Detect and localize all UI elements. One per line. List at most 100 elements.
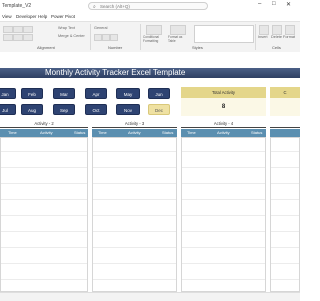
ribbon-separator — [90, 24, 91, 50]
activity-column-header: Time Activity Status — [0, 129, 88, 137]
insert-icon[interactable] — [259, 25, 269, 35]
table-row — [182, 215, 265, 216]
col-status: Status — [251, 130, 263, 135]
wrap-text-button[interactable]: Wrap Text — [58, 26, 75, 30]
delete-icon[interactable] — [272, 25, 282, 35]
format-as-table-button[interactable]: Format as Table — [168, 35, 190, 43]
table-row — [271, 151, 299, 152]
search-box[interactable]: ⌕ Search (Alt+Q) — [88, 2, 208, 10]
align-left-icon[interactable] — [3, 34, 13, 41]
right-summary-value — [270, 98, 300, 116]
currency-icon[interactable] — [94, 34, 102, 41]
minimize-button[interactable]: – — [258, 1, 261, 7]
cell-styles-gallery[interactable] — [194, 25, 254, 43]
month-button-jul[interactable]: Jul — [0, 104, 16, 115]
month-button-feb[interactable]: Feb — [21, 88, 43, 99]
table-row — [182, 183, 265, 184]
month-button-sep[interactable]: Sep — [53, 104, 75, 115]
ribbon: Wrap Text Merge & Center Alignment Gener… — [0, 21, 300, 53]
total-activity-value: 8 — [181, 98, 266, 116]
col-time: Time — [187, 130, 196, 135]
table-row — [182, 151, 265, 152]
table-row — [1, 167, 87, 168]
col-activity: Activity — [128, 130, 141, 135]
activity-title: Activity - 2 — [0, 120, 88, 128]
sheet-title: Monthly Activity Tracker Excel Template — [45, 68, 186, 77]
title-bar: Template_V2 ⌕ Search (Alt+Q) – □ ✕ — [0, 0, 300, 12]
right-summary-label: C — [270, 87, 300, 98]
activity-column-header: Time Activity Status — [92, 129, 177, 137]
table-row — [1, 183, 87, 184]
activity-title: Activity - 3 — [92, 120, 177, 128]
conditional-formatting-button[interactable]: Conditional Formatting — [143, 35, 167, 43]
month-button-may[interactable]: May — [116, 88, 140, 99]
number-group-label: Number — [108, 45, 123, 50]
table-row — [93, 167, 176, 168]
table-row — [1, 263, 87, 264]
col-activity: Activity — [40, 130, 53, 135]
month-button-mar[interactable]: Mar — [53, 88, 75, 99]
month-button-dec[interactable]: Dec — [148, 104, 170, 115]
activity-title — [270, 120, 300, 128]
month-button-nov[interactable]: Nov — [116, 104, 140, 115]
merge-center-button[interactable]: Merge & Center — [58, 34, 85, 38]
table-row — [271, 215, 299, 216]
number-format-select[interactable]: General — [94, 26, 108, 30]
month-button-aug[interactable]: Aug — [21, 104, 43, 115]
table-row — [1, 215, 87, 216]
table-row — [93, 215, 176, 216]
month-button-jan[interactable]: Jan — [0, 88, 16, 99]
table-row — [271, 263, 299, 264]
search-placeholder: Search (Alt+Q) — [100, 4, 130, 9]
col-time: Time — [98, 130, 107, 135]
table-row — [271, 183, 299, 184]
col-status: Status — [74, 130, 86, 135]
table-row — [271, 279, 299, 280]
table-row — [182, 199, 265, 200]
table-row — [93, 247, 176, 248]
align-bottom-icon[interactable] — [23, 26, 33, 33]
format-button[interactable]: Format — [283, 35, 295, 39]
align-top-icon[interactable] — [3, 26, 13, 33]
conditional-formatting-icon[interactable] — [146, 25, 162, 35]
month-button-apr[interactable]: Apr — [85, 88, 107, 99]
format-as-table-icon[interactable] — [170, 25, 186, 35]
activity-column-header: Time Activity Status — [181, 129, 266, 137]
menu-view[interactable]: View — [2, 14, 12, 19]
delete-button[interactable]: Delete — [271, 35, 282, 39]
table-row — [271, 167, 299, 168]
table-row — [182, 247, 265, 248]
percent-icon[interactable] — [102, 34, 110, 41]
col-status: Status — [162, 130, 174, 135]
align-right-icon[interactable] — [23, 34, 33, 41]
align-center-icon[interactable] — [13, 34, 23, 41]
table-row — [1, 247, 87, 248]
align-middle-icon[interactable] — [13, 26, 23, 33]
table-row — [93, 231, 176, 232]
cells-group-label: Cells — [272, 45, 281, 50]
table-row — [271, 247, 299, 248]
table-row — [182, 279, 265, 280]
table-row — [271, 231, 299, 232]
search-icon: ⌕ — [93, 4, 96, 10]
table-row — [182, 167, 265, 168]
insert-button[interactable]: Insert — [258, 35, 268, 39]
table-row — [1, 279, 87, 280]
ribbon-separator — [140, 24, 141, 50]
table-row — [93, 199, 176, 200]
alignment-group-label: Alignment — [37, 45, 55, 50]
maximize-button[interactable]: □ — [272, 1, 276, 7]
close-button[interactable]: ✕ — [286, 1, 291, 8]
month-button-oct[interactable]: Oct — [85, 104, 107, 115]
file-title: Template_V2 — [2, 3, 32, 9]
table-row — [271, 199, 299, 200]
month-button-jun[interactable]: Jun — [148, 88, 170, 99]
table-row — [1, 199, 87, 200]
menu-power-pivot[interactable]: Power Pivot — [51, 14, 75, 19]
menu-help[interactable]: Help — [38, 14, 47, 19]
menu-developer[interactable]: Developer — [16, 14, 37, 19]
format-icon[interactable] — [285, 25, 295, 35]
comma-icon[interactable] — [110, 34, 118, 41]
table-row — [93, 279, 176, 280]
ribbon-separator — [255, 24, 256, 50]
